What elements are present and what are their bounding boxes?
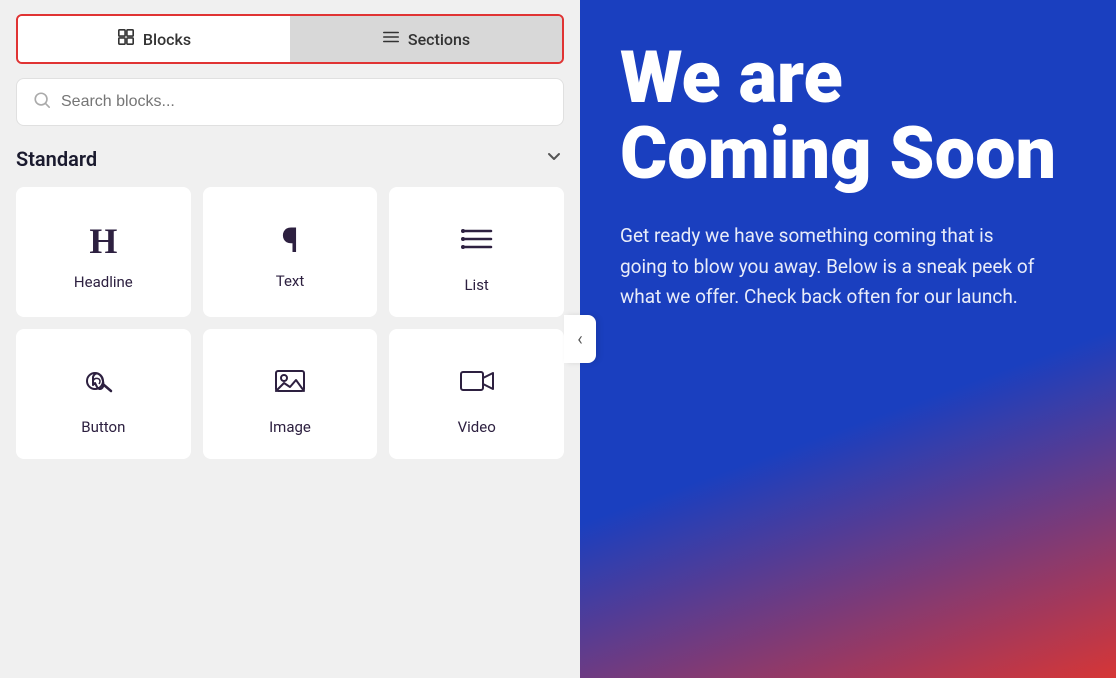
collapse-panel-button[interactable]: ‹ (564, 315, 596, 363)
video-icon (459, 363, 495, 404)
right-panel: We are Coming Soon Get ready we have som… (580, 0, 1116, 678)
left-panel: Blocks Sections Sta (0, 0, 580, 678)
headline-icon: H (89, 223, 117, 259)
tab-blocks-label: Blocks (143, 30, 191, 49)
section-header: Standard (16, 146, 564, 171)
section-title: Standard (16, 147, 97, 171)
block-item-headline[interactable]: H Headline (16, 187, 191, 317)
search-container (16, 78, 564, 126)
tab-sections-label: Sections (408, 30, 470, 49)
tab-blocks[interactable]: Blocks (18, 16, 290, 62)
search-box (16, 78, 564, 126)
button-icon (85, 363, 121, 404)
text-icon: ¶ (282, 224, 299, 258)
blocks-grid: H Headline ¶ Text List (16, 187, 564, 459)
image-icon (272, 363, 308, 404)
hero-title: We are Coming Soon (620, 40, 1076, 191)
block-label-list: List (464, 276, 488, 294)
block-item-image[interactable]: Image (203, 329, 378, 459)
block-label-headline: Headline (74, 273, 133, 291)
hero-description: Get ready we have something coming that … (620, 221, 1040, 312)
tab-sections[interactable]: Sections (290, 16, 562, 62)
sections-icon (382, 28, 400, 50)
block-label-image: Image (269, 418, 311, 436)
block-item-video[interactable]: Video (389, 329, 564, 459)
block-item-list[interactable]: List (389, 187, 564, 317)
tabs-container: Blocks Sections (16, 14, 564, 64)
chevron-down-icon[interactable] (544, 146, 564, 171)
search-icon (33, 91, 51, 113)
search-input[interactable] (61, 93, 547, 111)
block-label-button: Button (81, 418, 125, 436)
block-label-video: Video (458, 418, 496, 436)
list-icon (459, 221, 495, 262)
block-item-button[interactable]: Button (16, 329, 191, 459)
blocks-icon (117, 28, 135, 50)
block-label-text: Text (276, 272, 305, 290)
block-item-text[interactable]: ¶ Text (203, 187, 378, 317)
chevron-left-icon: ‹ (577, 329, 582, 350)
